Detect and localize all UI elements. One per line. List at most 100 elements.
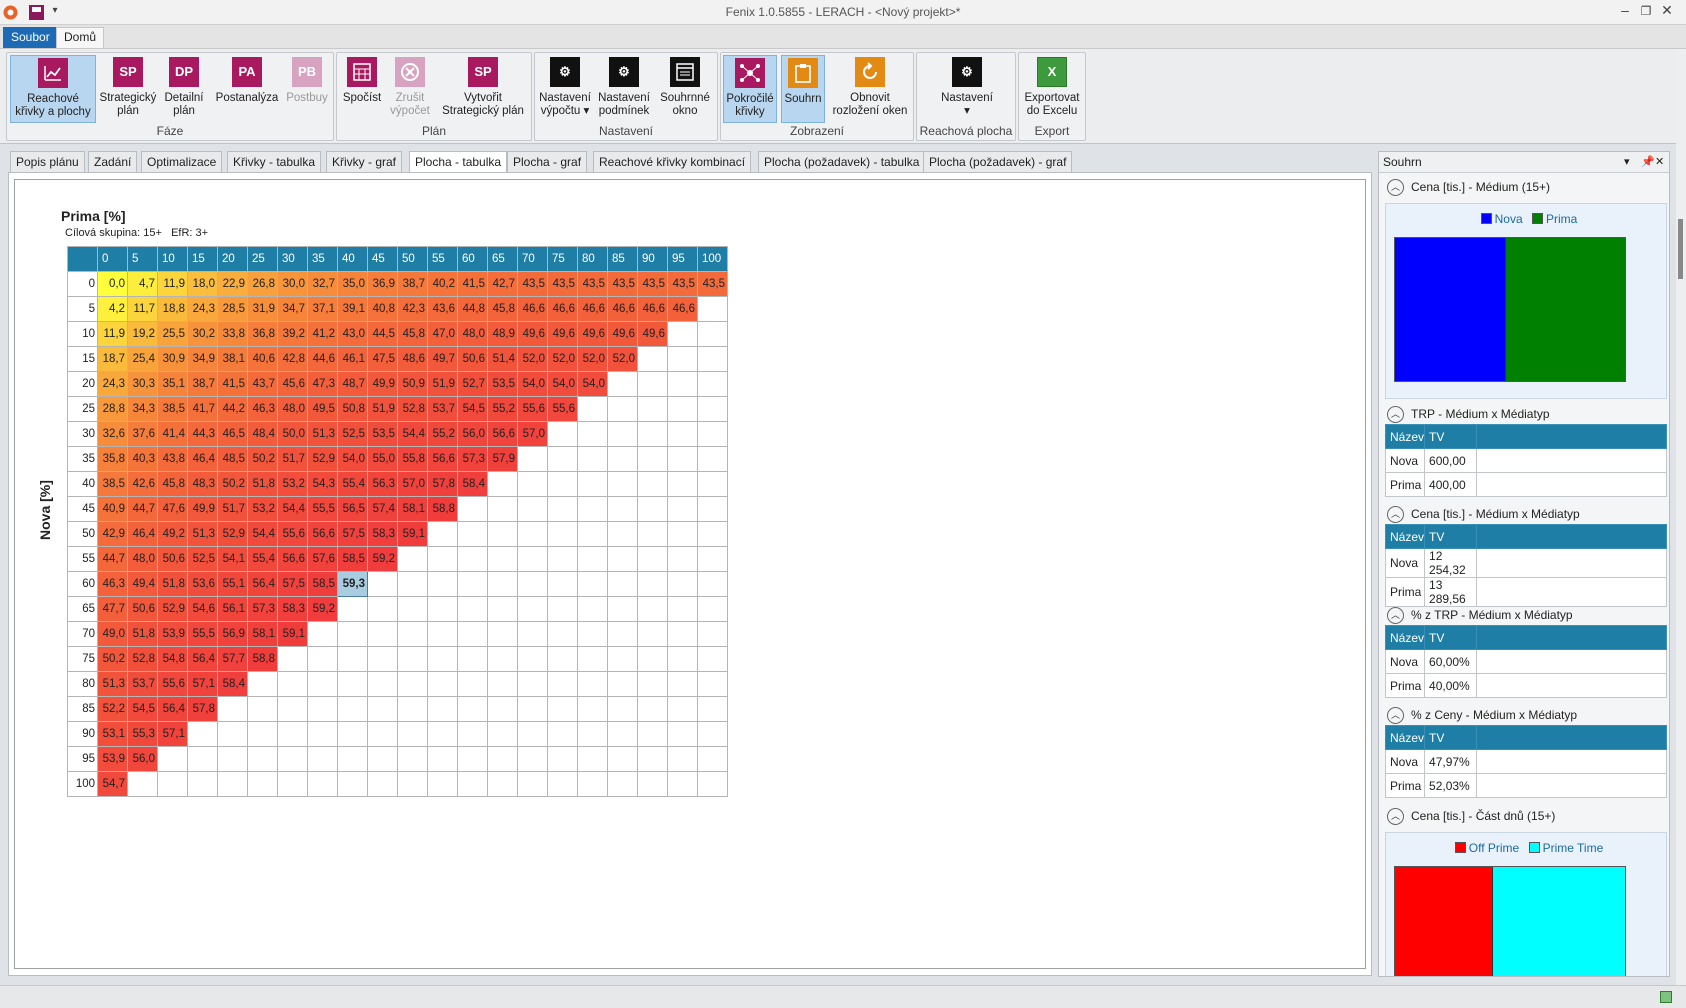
- empty-grid-cell[interactable]: [607, 421, 638, 447]
- empty-grid-cell[interactable]: [457, 646, 488, 672]
- empty-grid-cell[interactable]: [667, 671, 698, 697]
- grid-cell[interactable]: 24,3: [187, 296, 218, 322]
- empty-grid-cell[interactable]: [667, 521, 698, 547]
- grid-cell[interactable]: 46,6: [607, 296, 638, 322]
- grid-cell[interactable]: 35,0: [337, 271, 368, 297]
- grid-cell[interactable]: 52,5: [187, 546, 218, 572]
- empty-grid-cell[interactable]: [637, 721, 668, 747]
- grid-cell[interactable]: 35,1: [157, 371, 188, 397]
- empty-grid-cell[interactable]: [577, 596, 608, 622]
- empty-grid-cell[interactable]: [277, 696, 308, 722]
- grid-cell[interactable]: 40,6: [247, 346, 278, 372]
- grid-cell[interactable]: 43,5: [547, 271, 578, 297]
- empty-grid-cell[interactable]: [607, 596, 638, 622]
- empty-grid-cell[interactable]: [577, 696, 608, 722]
- empty-grid-cell[interactable]: [607, 521, 638, 547]
- grid-cell[interactable]: 54,8: [157, 646, 188, 672]
- grid-cell[interactable]: 48,0: [127, 546, 158, 572]
- empty-grid-cell[interactable]: [697, 721, 728, 747]
- empty-grid-cell[interactable]: [547, 621, 578, 647]
- empty-grid-cell[interactable]: [307, 721, 338, 747]
- grid-cell[interactable]: 50,6: [157, 546, 188, 572]
- empty-grid-cell[interactable]: [427, 721, 458, 747]
- empty-grid-cell[interactable]: [667, 546, 698, 572]
- empty-grid-cell[interactable]: [457, 621, 488, 647]
- empty-grid-cell[interactable]: [157, 746, 188, 772]
- grid-cell[interactable]: 47,0: [427, 321, 458, 347]
- grid-cell[interactable]: 58,5: [337, 546, 368, 572]
- empty-grid-cell[interactable]: [547, 646, 578, 672]
- grid-cell[interactable]: 51,8: [157, 571, 188, 597]
- grid-cell[interactable]: 55,8: [397, 446, 428, 472]
- grid-cell[interactable]: 48,3: [187, 471, 218, 497]
- empty-grid-cell[interactable]: [607, 471, 638, 497]
- grid-cell[interactable]: 50,6: [457, 346, 488, 372]
- close-panel-icon[interactable]: ✕: [1655, 152, 1664, 172]
- grid-cell[interactable]: 48,0: [277, 396, 308, 422]
- empty-grid-cell[interactable]: [487, 571, 518, 597]
- grid-cell[interactable]: 55,0: [367, 446, 398, 472]
- grid-cell[interactable]: 26,8: [247, 271, 278, 297]
- grid-cell[interactable]: 43,7: [247, 371, 278, 397]
- empty-grid-cell[interactable]: [697, 621, 728, 647]
- empty-grid-cell[interactable]: [697, 421, 728, 447]
- grid-cell[interactable]: 43,5: [517, 271, 548, 297]
- grid-cell[interactable]: 36,8: [247, 321, 278, 347]
- panel-menu-icon[interactable]: ▾: [1624, 152, 1630, 172]
- empty-grid-cell[interactable]: [697, 571, 728, 597]
- empty-grid-cell[interactable]: [667, 371, 698, 397]
- grid-cell[interactable]: 54,0: [517, 371, 548, 397]
- grid-cell[interactable]: 55,4: [247, 546, 278, 572]
- grid-cell[interactable]: 50,9: [397, 371, 428, 397]
- empty-grid-cell[interactable]: [697, 646, 728, 672]
- empty-grid-cell[interactable]: [517, 696, 548, 722]
- empty-grid-cell[interactable]: [247, 721, 278, 747]
- grid-cell[interactable]: 43,5: [577, 271, 608, 297]
- empty-grid-cell[interactable]: [547, 521, 578, 547]
- grid-cell[interactable]: 56,0: [127, 746, 158, 772]
- grid-cell[interactable]: 34,3: [127, 396, 158, 422]
- grid-cell[interactable]: 49,6: [517, 321, 548, 347]
- grid-cell[interactable]: 39,2: [277, 321, 308, 347]
- empty-grid-cell[interactable]: [517, 446, 548, 472]
- empty-grid-cell[interactable]: [337, 746, 368, 772]
- empty-grid-cell[interactable]: [217, 746, 248, 772]
- empty-grid-cell[interactable]: [607, 546, 638, 572]
- grid-cell[interactable]: 49,5: [307, 396, 338, 422]
- empty-grid-cell[interactable]: [697, 696, 728, 722]
- grid-cell[interactable]: 46,6: [667, 296, 698, 322]
- empty-grid-cell[interactable]: [637, 346, 668, 372]
- empty-grid-cell[interactable]: [577, 621, 608, 647]
- empty-grid-cell[interactable]: [487, 671, 518, 697]
- empty-grid-cell[interactable]: [607, 496, 638, 522]
- grid-cell[interactable]: 49,9: [187, 496, 218, 522]
- grid-cell[interactable]: 40,2: [427, 271, 458, 297]
- grid-cell[interactable]: 43,8: [157, 446, 188, 472]
- grid-cell[interactable]: 57,5: [337, 521, 368, 547]
- empty-grid-cell[interactable]: [337, 621, 368, 647]
- conditions-settings-button[interactable]: ⚙ Nastavení podmínek: [596, 55, 652, 123]
- empty-grid-cell[interactable]: [547, 546, 578, 572]
- grid-cell[interactable]: 58,1: [397, 496, 428, 522]
- grid-cell[interactable]: 54,1: [217, 546, 248, 572]
- grid-cell[interactable]: 51,7: [277, 446, 308, 472]
- grid-cell[interactable]: 43,5: [667, 271, 698, 297]
- grid-cell[interactable]: 30,3: [127, 371, 158, 397]
- empty-grid-cell[interactable]: [607, 721, 638, 747]
- empty-grid-cell[interactable]: [337, 696, 368, 722]
- tab-optimalizace[interactable]: Optimalizace: [141, 151, 223, 173]
- pin-icon[interactable]: 📌: [1641, 152, 1655, 172]
- empty-grid-cell[interactable]: [547, 571, 578, 597]
- grid-cell[interactable]: 57,8: [427, 471, 458, 497]
- empty-grid-cell[interactable]: [577, 446, 608, 472]
- grid-cell[interactable]: 34,9: [187, 346, 218, 372]
- empty-grid-cell[interactable]: [547, 596, 578, 622]
- empty-grid-cell[interactable]: [667, 421, 698, 447]
- grid-cell[interactable]: 51,3: [187, 521, 218, 547]
- grid-cell[interactable]: 52,5: [337, 421, 368, 447]
- empty-grid-cell[interactable]: [637, 396, 668, 422]
- grid-cell[interactable]: 41,5: [457, 271, 488, 297]
- grid-cell[interactable]: 46,6: [577, 296, 608, 322]
- tab-krivky-graf[interactable]: Křivky - graf: [326, 151, 403, 173]
- empty-grid-cell[interactable]: [397, 621, 428, 647]
